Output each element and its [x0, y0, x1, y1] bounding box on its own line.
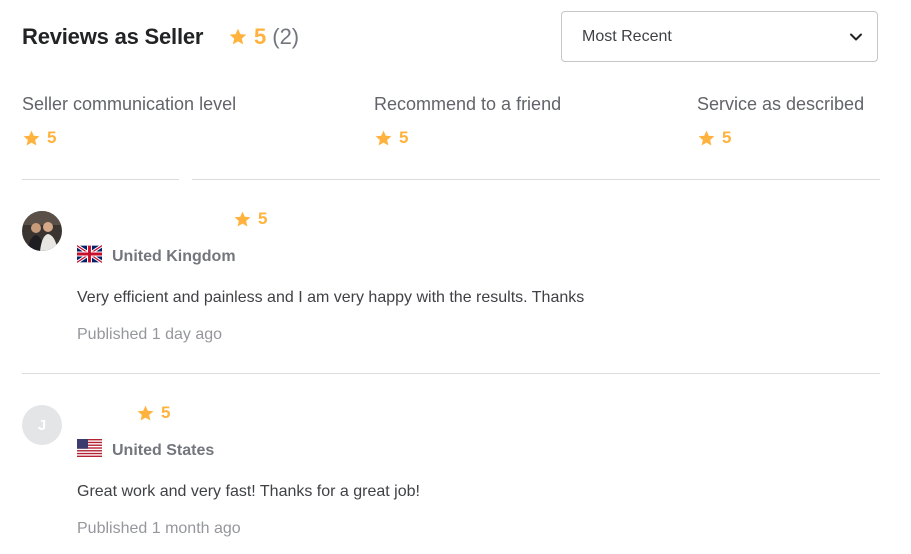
review-rating-value: 5 [258, 209, 268, 228]
review-text: Great work and very fast! Thanks for a g… [77, 483, 420, 500]
divider [22, 373, 880, 374]
overall-rating: 5 (2) [228, 24, 299, 50]
category-rating-recommend: 5 [374, 128, 408, 148]
us-flag-icon [77, 439, 102, 462]
category-label-communication: Seller communication level [22, 94, 237, 114]
star-icon [374, 129, 393, 148]
chevron-down-icon [849, 30, 863, 49]
sort-dropdown[interactable]: Most Recent [561, 11, 878, 62]
country-name: United Kingdom [112, 247, 236, 265]
star-icon [697, 129, 716, 148]
uk-flag-icon [76, 244, 103, 268]
review-rating-value: 5 [161, 403, 171, 422]
review-text: Very efficient and painless and I am ver… [77, 289, 585, 306]
category-rating-communication: 5 [22, 128, 56, 148]
review-count: (2) [272, 24, 300, 49]
reviewer-country: United Kingdom [76, 244, 236, 268]
review-rating: 5 [233, 209, 267, 229]
star-icon [22, 129, 41, 148]
review-rating: 5 [136, 403, 170, 423]
page-title: Reviews as Seller [22, 24, 204, 49]
published-label: Published [77, 326, 148, 343]
divider [192, 179, 880, 180]
sort-selected-label: Most Recent [582, 28, 672, 45]
category-rating-service: 5 [697, 128, 731, 148]
star-icon [233, 210, 252, 229]
category-rating-value: 5 [47, 128, 57, 147]
category-rating-value: 5 [722, 128, 732, 147]
country-name: United States [112, 441, 215, 459]
reviewer-country: United States [77, 439, 214, 462]
published-time: 1 day ago [151, 326, 223, 343]
category-label-recommend: Recommend to a friend [374, 94, 562, 114]
avatar-initial: J [37, 416, 47, 434]
star-icon [136, 404, 155, 423]
avatar[interactable] [22, 211, 62, 251]
category-rating-value: 5 [399, 128, 409, 147]
published-time: 1 month ago [151, 520, 241, 537]
overall-rating-value: 5 [254, 24, 267, 49]
published-date: Published 1 month ago [77, 520, 241, 538]
published-label: Published [77, 520, 148, 537]
star-icon [228, 27, 248, 47]
published-date: Published 1 day ago [77, 326, 222, 344]
divider [22, 179, 179, 180]
category-label-service: Service as described [697, 94, 865, 114]
avatar[interactable]: J [22, 405, 62, 445]
